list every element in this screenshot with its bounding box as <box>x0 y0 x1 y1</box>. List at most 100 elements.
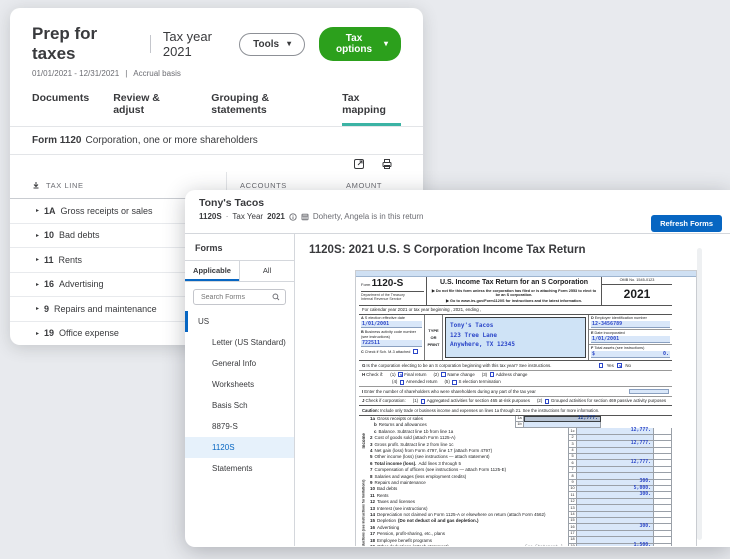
sidebar-item-us[interactable]: US <box>185 311 294 332</box>
expand-arrow-icon[interactable]: ▸ <box>36 330 39 337</box>
forms-list: USLetter (US Standard)General InfoWorksh… <box>185 311 294 479</box>
shareholder-count-field[interactable] <box>629 389 669 394</box>
tab-grouping-statements[interactable]: Grouping & statements <box>211 92 318 126</box>
tab-review-adjust[interactable]: Review & adjust <box>113 92 187 126</box>
expand-arrow-icon[interactable]: ▸ <box>36 207 39 214</box>
form-title-block: U.S. Income Tax Return for an S Corporat… <box>427 277 602 305</box>
statement-link[interactable]: See Statement 1 <box>525 544 568 546</box>
line-g: G Is the corporation electing to be an S… <box>359 361 672 371</box>
export-icon[interactable] <box>353 158 365 170</box>
option-j-1: (1)Aggregated activities for section 465… <box>413 398 530 404</box>
omb-year-block: OMB No. 1545-0123 2021 <box>602 277 672 305</box>
option-j-2: (2)Grouped activities for section 469 pa… <box>537 398 666 404</box>
checkbox-m3[interactable] <box>413 349 418 354</box>
checkbox-aggregated-activities-for-section-465-at-risk-purposes[interactable] <box>421 399 426 404</box>
tax-return-window: Tony's Tacos 1120S · Tax Year 2021 Doher… <box>185 190 730 547</box>
prep-tab-bar: Documents Review & adjust Grouping & state… <box>32 92 401 126</box>
tax-year-label: Tax year 2021 <box>163 29 239 59</box>
field-b-value[interactable]: 722511 <box>361 340 422 347</box>
checkbox-g-no[interactable] <box>617 363 622 368</box>
sidebar-item-basis-sch[interactable]: Basis Sch <box>185 395 294 416</box>
expand-arrow-icon[interactable]: ▸ <box>36 281 39 288</box>
tax-options-button[interactable]: Tax options ▾ <box>319 27 401 61</box>
taxpayer-name: Tony's Tacos <box>450 321 581 330</box>
line-h: H Check if: (1)Final return(2)Name chang… <box>359 371 672 379</box>
checkbox-name-change[interactable] <box>441 372 446 377</box>
company-name: Tony's Tacos <box>199 197 718 209</box>
tab-documents[interactable]: Documents <box>32 92 89 126</box>
sidebar-item-letter-us-standard[interactable]: Letter (US Standard) <box>185 332 294 353</box>
sidebar-item-1120s[interactable]: 1120S <box>185 437 294 458</box>
taxpayer-street: 123 Tree Lane <box>450 331 581 340</box>
tax-window-header: Tony's Tacos 1120S · Tax Year 2021 Doher… <box>185 190 730 234</box>
field-d-value[interactable]: 12-3456789 <box>591 321 670 328</box>
omb-number: OMB No. 1545-0123 <box>602 277 672 285</box>
tools-button[interactable]: Tools ▾ <box>239 33 305 56</box>
refresh-forms-button[interactable]: Refresh Forms <box>651 215 722 232</box>
forms-tab-bar: ApplicableAll <box>185 260 294 282</box>
checkbox-address-change[interactable] <box>490 372 495 377</box>
form-number: 1120-S <box>372 278 404 289</box>
checkbox-amended-return[interactable] <box>400 380 405 385</box>
scrollbar[interactable] <box>697 248 702 540</box>
search-box <box>193 289 286 305</box>
option-h-5: (5)S election termination <box>444 379 500 385</box>
option-h-3: (3)Address change <box>482 372 528 378</box>
search-input[interactable] <box>199 293 272 302</box>
field-f-value[interactable]: $0. <box>591 351 670 358</box>
form-line-19: 19Other deductions (attach statement)See… <box>368 544 672 546</box>
expand-arrow-icon[interactable]: ▸ <box>36 232 39 239</box>
team-icon[interactable] <box>301 213 309 221</box>
info-icon[interactable] <box>289 213 297 221</box>
option-h-1: (1)Final return <box>390 372 426 378</box>
forms-tab-applicable[interactable]: Applicable <box>185 261 239 281</box>
form-field-19[interactable]: 1,500. <box>577 544 654 546</box>
forms-tab-all[interactable]: All <box>239 261 294 281</box>
divider <box>150 35 151 53</box>
calendar-year-line: For calendar year 2021 or tax year begin… <box>359 306 672 316</box>
line-i: I Enter the number of shareholders who w… <box>359 387 672 397</box>
expand-arrow-icon[interactable]: ▸ <box>36 305 39 312</box>
form-id: 1120S <box>199 212 222 221</box>
tax-year-label: Tax Year <box>232 212 263 221</box>
option-h-2: (2)Name change <box>433 372 474 378</box>
page-title: Prep for taxes <box>32 24 138 64</box>
type-or-print-label: TYPE OR PRINT <box>425 315 443 360</box>
checkbox-g-yes[interactable] <box>599 363 604 368</box>
chevron-down-icon: ▾ <box>384 40 388 48</box>
name-address-field[interactable]: Tony's Tacos 123 Tree Lane Anywhere, TX … <box>445 317 586 358</box>
sidebar-item-statements[interactable]: Statements <box>185 458 294 479</box>
taxpayer-city: Anywhere, TX 12345 <box>450 340 581 349</box>
fields-def: DEmployer identification number 12-34567… <box>588 315 672 360</box>
accounting-basis: Accrual basis <box>133 69 181 78</box>
expand-arrow-icon[interactable]: ▸ <box>36 256 39 263</box>
sidebar-item-worksheets[interactable]: Worksheets <box>185 374 294 395</box>
tab-tax-mapping[interactable]: Tax mapping <box>342 92 401 126</box>
line-j: J Check if corporation: (1)Aggregated ac… <box>359 397 672 406</box>
field-e-value[interactable]: 1/01/2001 <box>591 336 670 343</box>
presence-text: Doherty, Angela is in this return <box>313 212 424 221</box>
col-tax-line[interactable]: TAX LINE <box>46 181 84 190</box>
sidebar-item-general-info[interactable]: General Info <box>185 353 294 374</box>
checkbox-grouped-activities-for-section-469-passive-activity-purposes[interactable] <box>545 399 550 404</box>
form-view-title: 1120S: 2021 U.S. S Corporation Income Ta… <box>309 244 730 256</box>
sidebar-item-8879-s[interactable]: 8879-S <box>185 416 294 437</box>
divider: | <box>125 69 127 78</box>
line-h-continued: (4)Amended return(5)S election terminati… <box>359 378 672 387</box>
sort-icon[interactable] <box>32 181 40 189</box>
form-caption: Form 1120Corporation, one or more shareh… <box>10 127 423 154</box>
col-amount: AMOUNT <box>346 181 414 190</box>
search-icon[interactable] <box>272 293 280 301</box>
print-icon[interactable] <box>381 158 393 170</box>
fields-abc: AS election effective date 1/01/2001 BBu… <box>359 315 425 360</box>
form-year: 2021 <box>602 285 672 305</box>
form-number-block: Form 1120-S Department of the Treasury I… <box>359 277 427 305</box>
chevron-down-icon: ▾ <box>287 40 291 48</box>
field-a-value[interactable]: 1/01/2001 <box>361 321 422 328</box>
form-1120s-page: Form 1120-S Department of the Treasury I… <box>355 270 697 546</box>
income-section-label: Income <box>359 416 368 467</box>
checkbox-final-return[interactable] <box>398 372 403 377</box>
forms-sidebar: Forms ApplicableAll USLetter (US Standar… <box>185 234 295 546</box>
form-lines-table: Income Deductions (see instructions for … <box>359 416 672 546</box>
checkbox-s-election-termination[interactable] <box>452 380 457 385</box>
